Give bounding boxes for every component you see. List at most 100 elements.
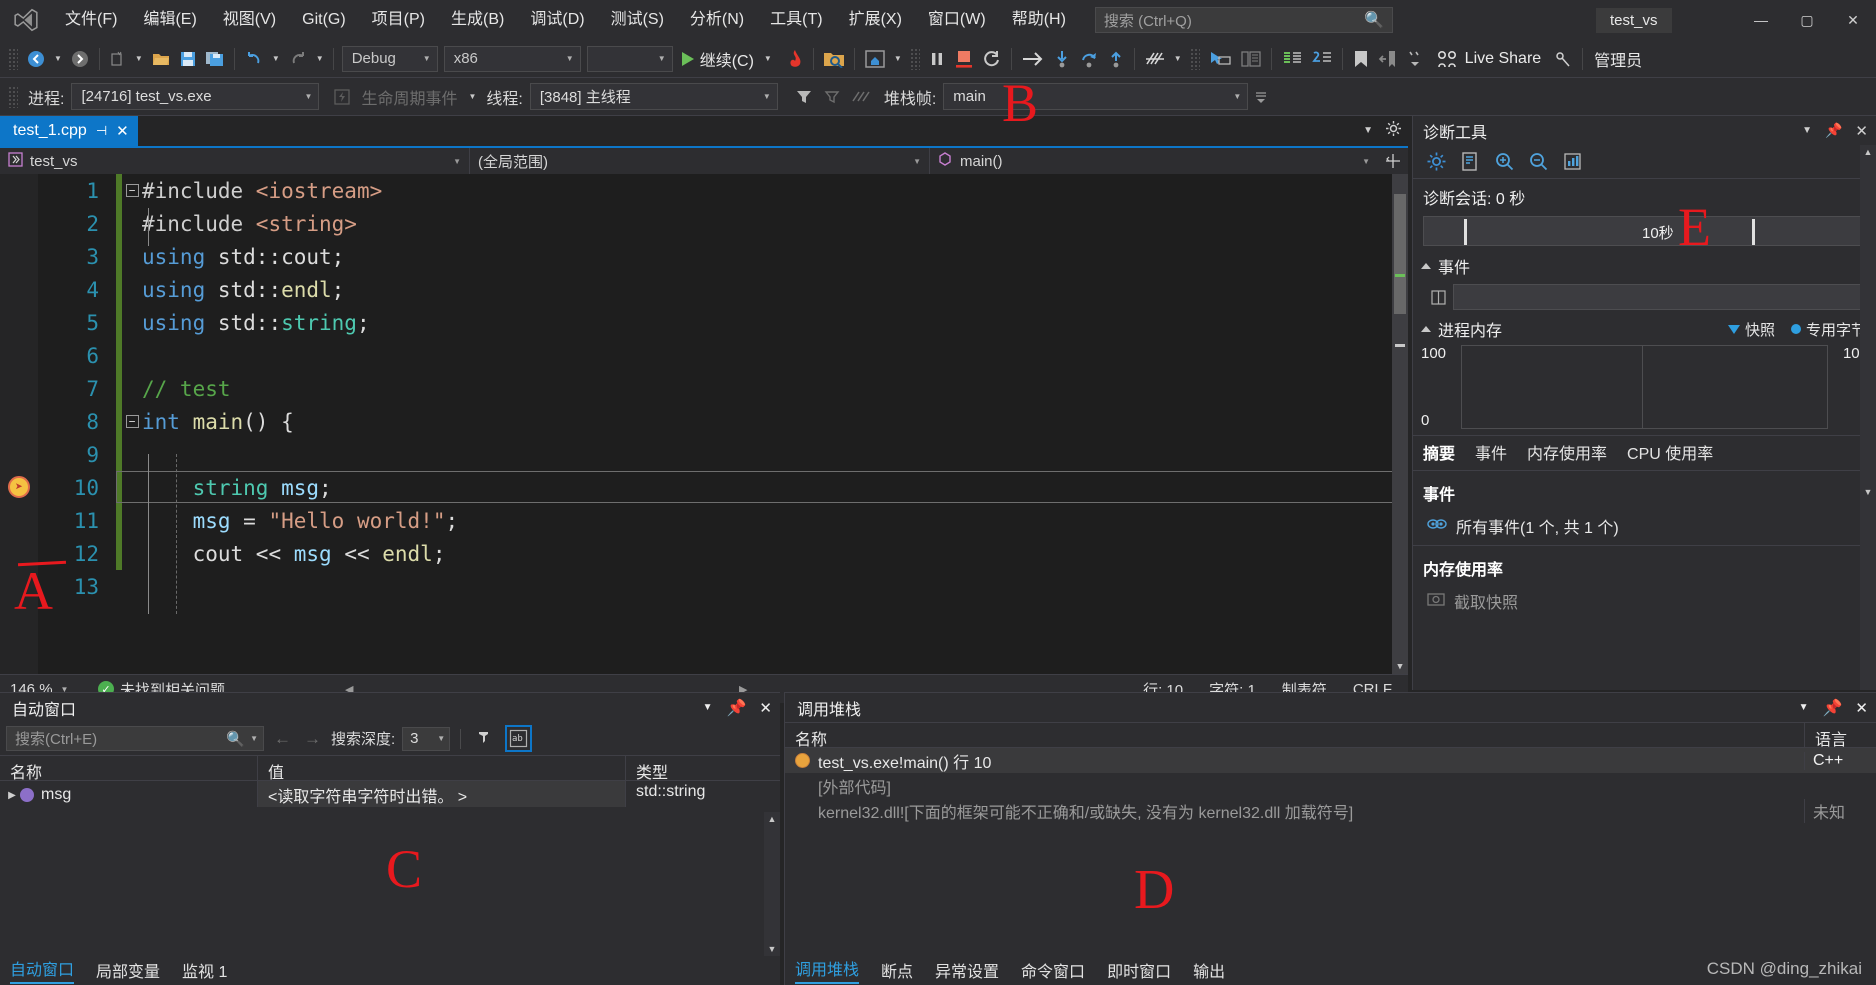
step-over-icon[interactable] — [1075, 44, 1103, 74]
hot-reload-icon[interactable] — [782, 44, 808, 74]
nav-project-combo[interactable]: test_vs ▼ — [0, 148, 470, 174]
tab-list-dropdown-icon[interactable]: ▼ — [1363, 125, 1373, 136]
autos-search-input[interactable]: 搜索(Ctrl+E) 🔍 ▼ — [6, 726, 264, 751]
search-in-files-icon[interactable] — [819, 44, 849, 74]
flag-filter-icon[interactable] — [790, 82, 818, 112]
summary-memory-row[interactable]: 截取快照 — [1413, 585, 1876, 617]
new-project-dropdown-icon[interactable]: ▼ — [131, 54, 147, 63]
toolbar-grip-3[interactable] — [1189, 47, 1200, 70]
code-editor[interactable]: 1− #include <iostream> 2 #include <string> 3… — [0, 174, 1408, 674]
account-manage-label[interactable]: 管理员 — [1588, 47, 1648, 71]
live-visual-tree-icon[interactable] — [1236, 44, 1266, 74]
solution-explorer-dropdown-icon[interactable]: ▼ — [890, 54, 906, 63]
autos-column-value[interactable]: 值 — [258, 756, 626, 782]
panel-close-icon[interactable]: ✕ — [1855, 122, 1868, 140]
code-line-2[interactable]: 2 #include <string> — [0, 207, 1408, 240]
parallel-stacks-icon[interactable] — [846, 82, 878, 112]
lifecycle-dropdown-icon[interactable]: ▼ — [464, 92, 480, 101]
bookmark-overflow-icon[interactable] — [1402, 44, 1428, 74]
redo-icon[interactable] — [284, 44, 312, 74]
menu-file[interactable]: 文件(F) — [52, 0, 130, 40]
autos-scroll-down-icon[interactable]: ▼ — [764, 942, 780, 956]
code-line-8[interactable]: 8 − int main() { — [0, 405, 1408, 438]
scroll-down-arrow-icon[interactable]: ▼ — [1392, 660, 1408, 674]
open-file-icon[interactable] — [147, 44, 175, 74]
diag-zoom-in-icon[interactable] — [1491, 149, 1517, 175]
nav-scope-combo[interactable]: (全局范围) ▼ — [470, 148, 930, 174]
navigate-back-icon[interactable] — [22, 44, 50, 74]
summary-events-row[interactable]: 所有事件(1 个, 共 1 个) — [1413, 510, 1876, 542]
toolbar-grip-2[interactable] — [909, 47, 920, 70]
autos-row-msg[interactable]: ▶ msg <读取字符串字符时出错。 > std::string — [0, 781, 780, 807]
bottom-tab-watch1[interactable]: 监视 1 — [182, 958, 227, 982]
scrollbar-thumb[interactable] — [1394, 194, 1406, 314]
diag-settings-gear-icon[interactable] — [1423, 149, 1449, 175]
code-line-1[interactable]: 1 − #include <iostream> — [0, 174, 1408, 207]
autos-pin-icon[interactable]: 📌 — [727, 698, 747, 718]
debugbar-overflow-icon[interactable] — [1248, 82, 1274, 112]
fold-toggle-1[interactable]: − — [122, 184, 142, 197]
previous-bookmark-icon[interactable] — [1374, 44, 1402, 74]
process-combo[interactable]: [24716] test_vs.exe ▼ — [71, 83, 320, 110]
bottom-tab-output[interactable]: 输出 — [1193, 958, 1225, 982]
select-element-icon[interactable] — [1204, 44, 1236, 74]
intellitrace-dropdown-icon[interactable]: ▼ — [1170, 54, 1186, 63]
debugbar-grip[interactable] — [8, 85, 18, 108]
show-next-statement-icon[interactable] — [1017, 44, 1049, 74]
flag-filter-off-icon[interactable] — [818, 82, 846, 112]
menu-project[interactable]: 项目(P) — [359, 0, 438, 40]
solution-platform-combo[interactable]: x86 ▼ — [443, 45, 581, 72]
close-icon[interactable]: ✕ — [1830, 0, 1876, 40]
toolbar-grip[interactable] — [8, 47, 18, 70]
new-project-icon[interactable] — [105, 44, 131, 74]
menu-analyze[interactable]: 分析(N) — [677, 0, 757, 40]
stop-debugging-icon[interactable] — [950, 44, 978, 74]
tab-close-icon[interactable]: ✕ — [116, 122, 129, 140]
maximize-icon[interactable]: ▢ — [1784, 0, 1830, 40]
live-share-button[interactable]: Live Share — [1428, 44, 1550, 74]
call-stack-row-current[interactable]: test_vs.exe!main() 行 10 C++ — [785, 748, 1876, 773]
diagnostic-memory-section-header[interactable]: 进程内存 快照 专用字节 — [1413, 311, 1876, 343]
navigate-back-dropdown-icon[interactable]: ▼ — [50, 54, 66, 63]
bottom-tab-callstack[interactable]: 调用堆栈 — [795, 956, 860, 984]
code-line-12[interactable]: 12 cout << msg << endl; — [0, 537, 1408, 570]
autos-depth-combo[interactable]: 3 ▼ — [402, 726, 451, 751]
bottom-tab-command-window[interactable]: 命令窗口 — [1021, 958, 1085, 982]
undo-dropdown-icon[interactable]: ▼ — [268, 54, 284, 63]
bottom-tab-locals[interactable]: 局部变量 — [96, 958, 160, 982]
diag-tab-events[interactable]: 事件 — [1465, 436, 1517, 468]
redo-dropdown-icon[interactable]: ▼ — [312, 54, 328, 63]
diag-tab-memory[interactable]: 内存使用率 — [1517, 436, 1617, 468]
code-line-9[interactable]: 9 — [0, 438, 1408, 471]
diag-scroll-up-icon[interactable]: ▲ — [1860, 145, 1876, 159]
bottom-tab-exception-settings[interactable]: 异常设置 — [935, 958, 999, 982]
bottom-tab-autos[interactable]: 自动窗口 — [10, 956, 75, 984]
nav-member-combo[interactable]: main() ▼ — [930, 148, 1378, 174]
save-icon[interactable] — [175, 44, 201, 74]
autos-next-match-icon[interactable]: → — [301, 729, 324, 749]
call-stack-column-language[interactable]: 语言 — [1804, 723, 1876, 749]
step-out-icon[interactable] — [1103, 44, 1129, 74]
menu-tools[interactable]: 工具(T) — [757, 0, 835, 40]
intellitrace-icon[interactable] — [1140, 44, 1170, 74]
bottom-tab-breakpoints[interactable]: 断点 — [881, 958, 913, 982]
autos-scrollbar[interactable]: ▲ ▼ — [764, 812, 780, 956]
stackframe-combo[interactable]: main ▼ — [943, 83, 1249, 110]
panel-dropdown-icon[interactable]: ▼ — [1802, 125, 1812, 136]
menu-window[interactable]: 窗口(W) — [915, 0, 999, 40]
lifecycle-events-icon[interactable] — [329, 82, 355, 112]
step-into-icon[interactable] — [1049, 44, 1075, 74]
diagnostic-scrollbar[interactable]: ▲ ▼ — [1860, 145, 1876, 690]
solution-explorer-home-icon[interactable] — [860, 44, 890, 74]
autos-close-icon[interactable]: ✕ — [759, 699, 772, 717]
editor-settings-gear-icon[interactable] — [1385, 120, 1402, 141]
autos-column-name[interactable]: 名称 — [0, 756, 258, 782]
call-stack-close-icon[interactable]: ✕ — [1855, 699, 1868, 717]
autos-column-type[interactable]: 类型 — [626, 756, 780, 782]
call-stack-row-external[interactable]: [外部代码] — [785, 773, 1876, 798]
bottom-tab-immediate-window[interactable]: 即时窗口 — [1107, 958, 1171, 982]
diag-tab-cpu[interactable]: CPU 使用率 — [1617, 436, 1723, 468]
restart-icon[interactable] — [978, 44, 1006, 74]
current-statement-arrow-icon[interactable]: ➤ — [8, 476, 30, 498]
autos-prev-match-icon[interactable]: ← — [271, 729, 294, 749]
